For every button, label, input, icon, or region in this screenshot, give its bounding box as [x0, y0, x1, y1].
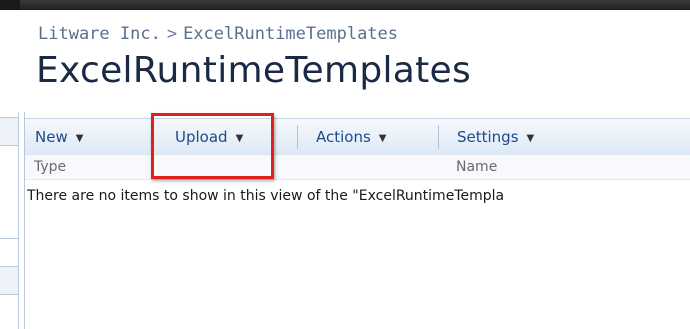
breadcrumb-site-link[interactable]: Litware Inc. [38, 24, 161, 44]
breadcrumb-current: ExcelRuntimeTemplates [183, 24, 399, 44]
left-nav-item[interactable] [0, 117, 18, 145]
chevron-down-icon: ▼ [75, 133, 84, 144]
breadcrumb-separator: > [166, 24, 178, 44]
page-title: ExcelRuntimeTemplates [36, 50, 472, 91]
left-nav-divider [0, 238, 18, 239]
new-button-label: New [35, 128, 68, 146]
column-header-row: Type Name [25, 155, 690, 180]
actions-button-label: Actions [316, 128, 371, 146]
chevron-down-icon: ▼ [378, 133, 387, 144]
toolbar-separator [297, 125, 298, 149]
left-nav-divider [0, 117, 18, 118]
list-toolbar: New ▼ Upload ▼ Actions ▼ Settings ▼ [25, 118, 690, 156]
empty-list-message: There are no items to show in this view … [27, 188, 505, 204]
left-nav-divider [0, 266, 18, 267]
left-navigation [0, 112, 19, 329]
new-menu-button[interactable]: New ▼ [35, 119, 83, 155]
title-area: Litware Inc. > ExcelRuntimeTemplates Excel… [24, 10, 690, 112]
column-header-name[interactable]: Name [456, 155, 497, 179]
list-view: New ▼ Upload ▼ Actions ▼ Settings ▼ Type Nam… [24, 112, 690, 329]
top-bar-accent [20, 0, 690, 10]
toolbar-separator [438, 125, 439, 149]
left-nav-divider [0, 294, 18, 295]
upload-highlight-box [151, 113, 274, 179]
settings-menu-button[interactable]: Settings ▼ [457, 119, 534, 155]
left-nav-item[interactable] [0, 266, 18, 294]
left-nav-divider [0, 145, 18, 146]
chevron-down-icon: ▼ [526, 133, 535, 144]
column-header-type[interactable]: Type [34, 155, 66, 179]
actions-menu-button[interactable]: Actions ▼ [316, 119, 387, 155]
settings-button-label: Settings [457, 128, 519, 146]
breadcrumb: Litware Inc. > ExcelRuntimeTemplates [38, 24, 398, 44]
